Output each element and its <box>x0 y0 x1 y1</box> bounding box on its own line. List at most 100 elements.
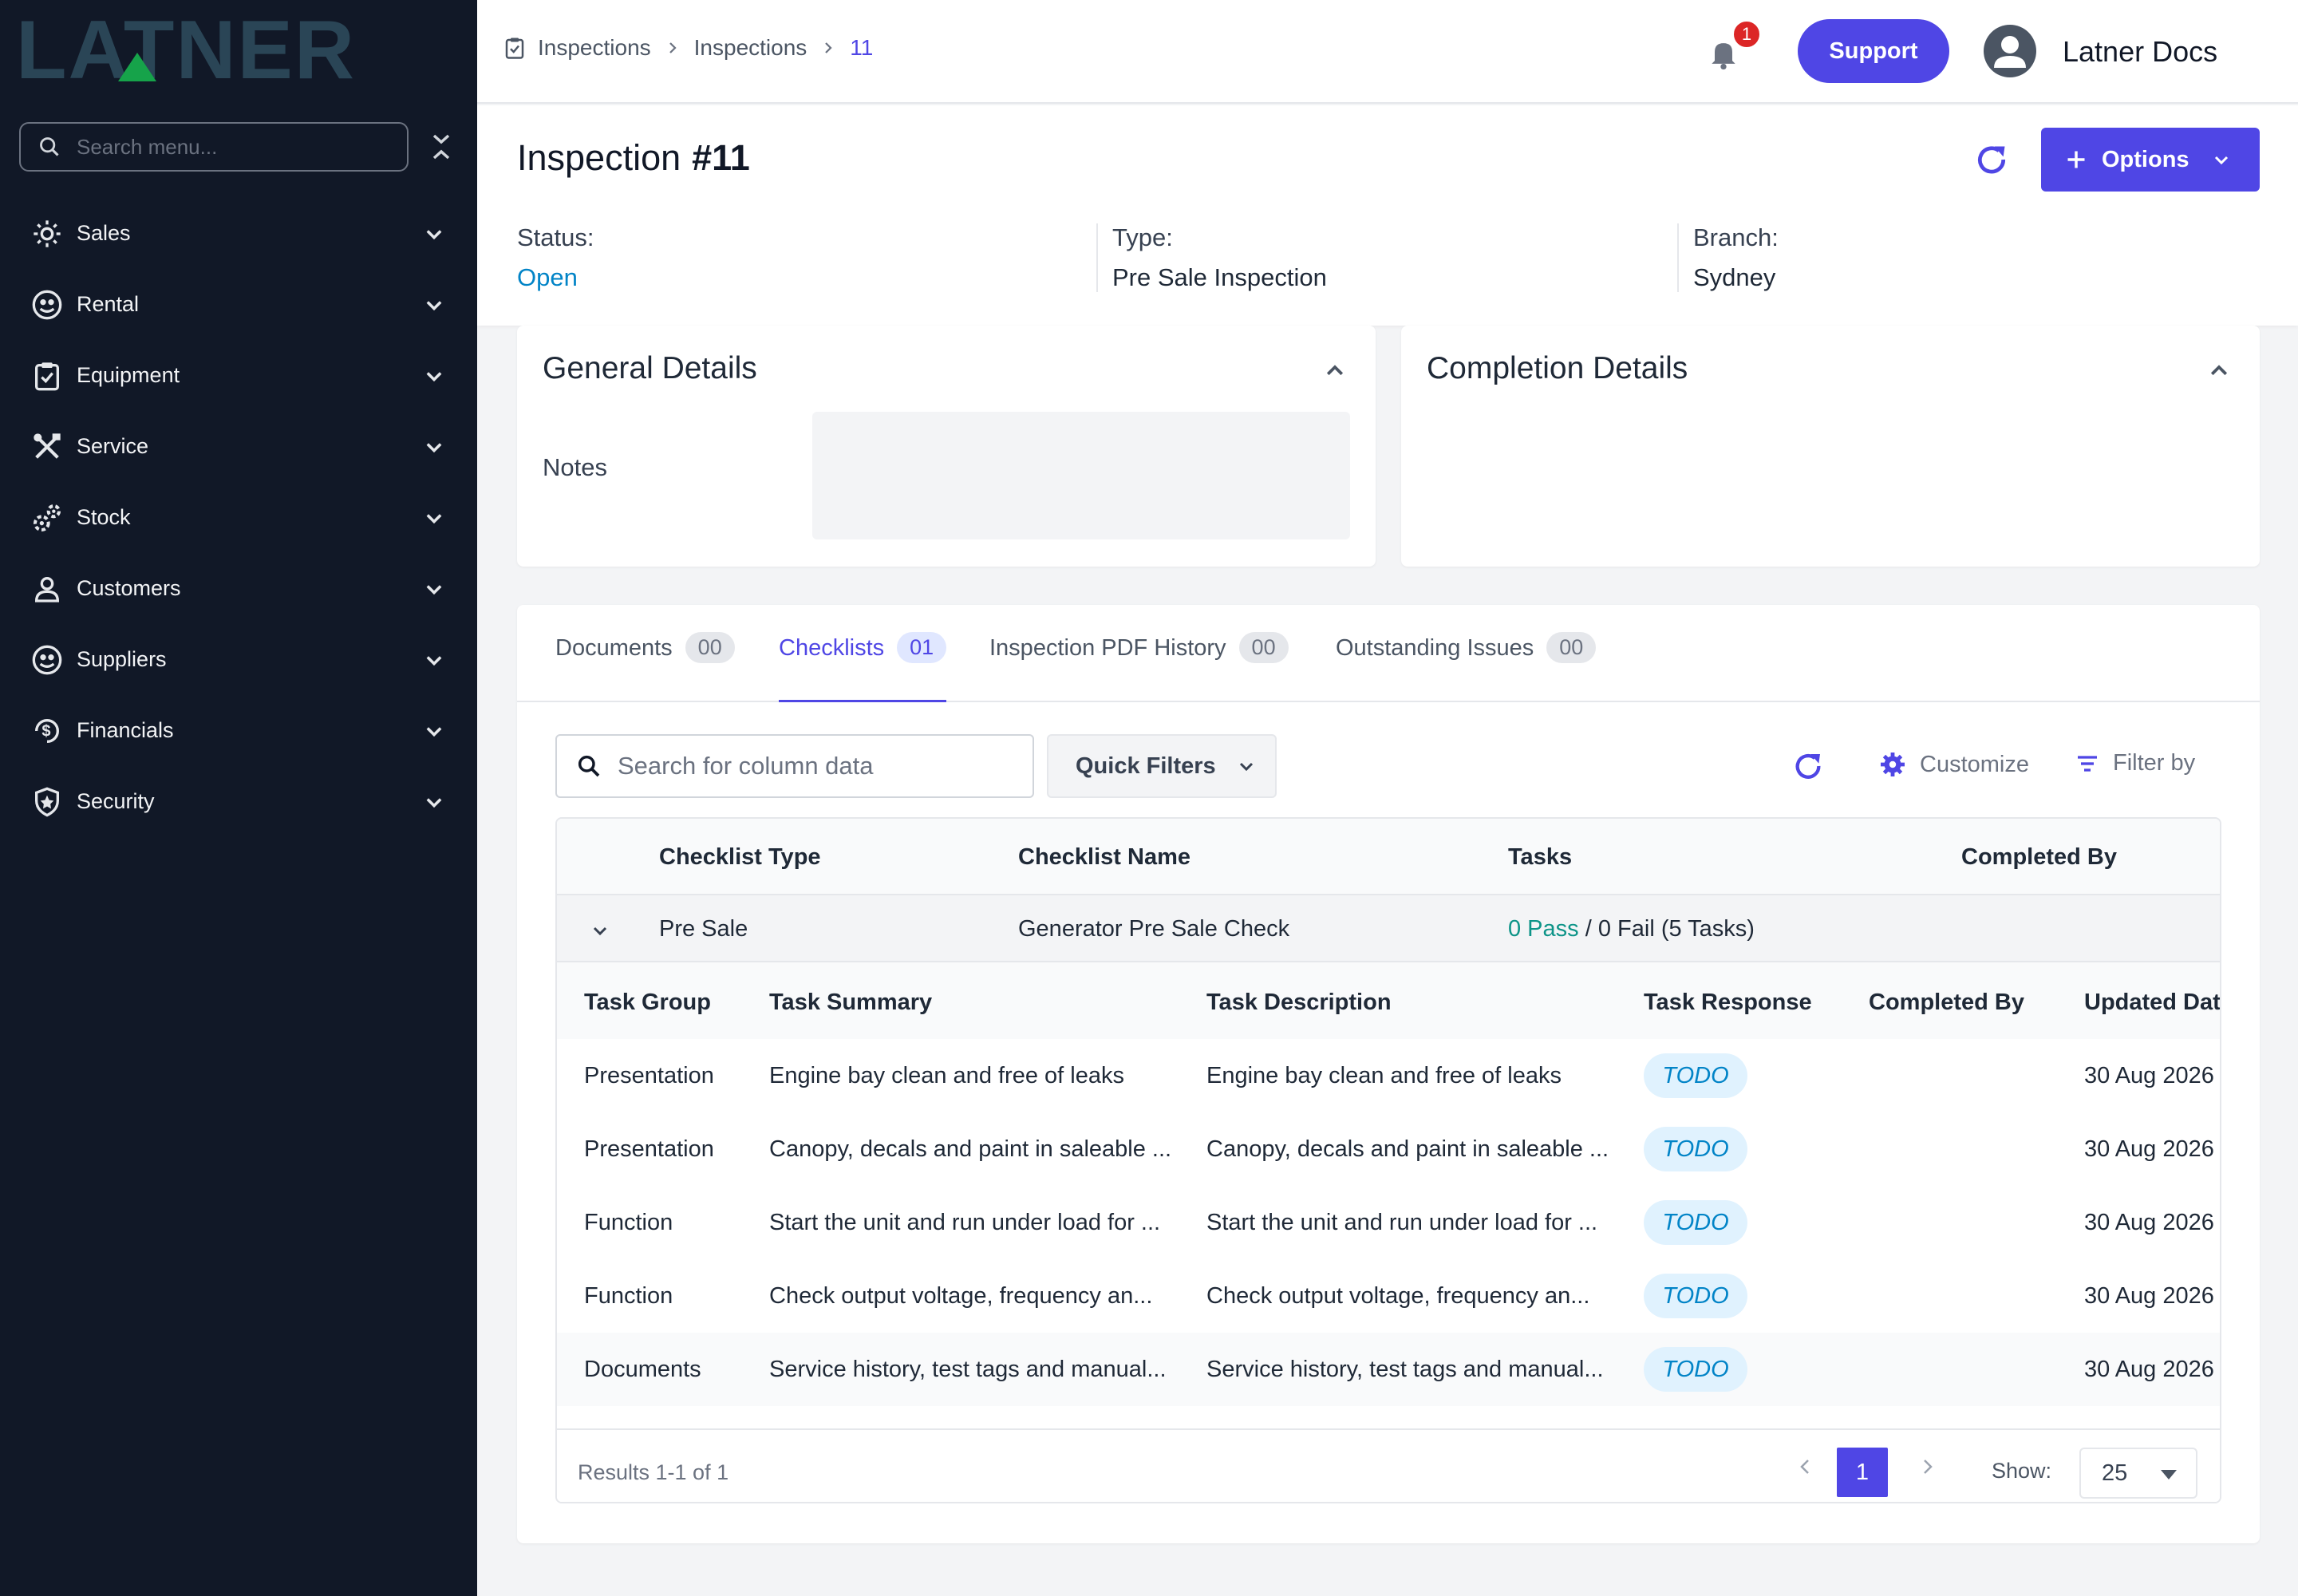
tasks-rest: / 0 Fail (5 Tasks) <box>1578 916 1755 942</box>
customize-button[interactable]: Customize <box>1878 750 2029 779</box>
checklist-type: Pre Sale <box>659 916 748 942</box>
chevron-down-icon <box>1239 762 1253 772</box>
task-summary: Start the unit and run under load for ..… <box>769 1210 1161 1235</box>
chevron-up-icon[interactable] <box>2207 359 2231 383</box>
inspection-number: #11 <box>692 137 750 178</box>
column-header[interactable]: Completed By <box>1869 990 2024 1016</box>
notification-badge: 1 <box>1731 19 1762 49</box>
sidebar-item-label: Rental <box>77 292 140 316</box>
user-icon <box>30 572 64 606</box>
support-button[interactable]: Support <box>1798 19 1949 83</box>
tab-count: 01 <box>897 632 947 663</box>
chevron-left-icon[interactable] <box>1795 1457 1814 1476</box>
breadcrumb-item[interactable]: Inspections <box>538 35 651 61</box>
breadcrumb: Inspections Inspections 11 <box>503 35 873 61</box>
tab-checklists[interactable]: Checklists 01 <box>779 632 947 702</box>
sidebar-item-service[interactable]: Service <box>0 411 477 482</box>
sidebar-item-label: Customers <box>77 576 181 600</box>
tab-count: 00 <box>1238 632 1289 663</box>
breadcrumb-item[interactable]: Inspections <box>694 35 807 61</box>
column-header[interactable]: Completed By <box>1961 844 2117 871</box>
branch-value: Sydney <box>1693 263 1776 291</box>
column-header[interactable]: Task Response <box>1644 990 1812 1016</box>
task-response-badge: TODO <box>1644 1127 1747 1171</box>
status-field: Status: Open <box>517 223 594 292</box>
task-response-badge: TODO <box>1644 1347 1747 1392</box>
search-icon <box>40 137 59 156</box>
tab-label: Outstanding Issues <box>1336 635 1534 661</box>
task-row[interactable]: Presentation Engine bay clean and free o… <box>557 1039 2220 1112</box>
task-group: Presentation <box>584 1063 714 1088</box>
sidebar-item-label: Financials <box>77 718 174 742</box>
task-row[interactable]: Function Start the unit and run under lo… <box>557 1186 2220 1259</box>
refresh-icon[interactable] <box>1792 750 1824 782</box>
column-header[interactable]: Updated Dat <box>2084 990 2220 1016</box>
task-row[interactable]: Documents Service history, test tags and… <box>557 1333 2220 1406</box>
quick-filters-button[interactable]: Quick Filters <box>1047 734 1277 798</box>
checklist-name: Generator Pre Sale Check <box>1018 916 1290 942</box>
sidebar-item-stock[interactable]: Stock <box>0 482 477 553</box>
tab-documents[interactable]: Documents 00 <box>555 632 735 702</box>
notes-field[interactable] <box>812 412 1350 539</box>
sidebar-search[interactable] <box>19 122 409 172</box>
page-size-value: 25 <box>2102 1460 2128 1486</box>
column-header[interactable]: Task Group <box>584 990 711 1016</box>
user-avatar-icon <box>1994 36 2026 68</box>
refresh-icon[interactable] <box>1974 142 2009 177</box>
quick-filters-label: Quick Filters <box>1076 753 1216 779</box>
type-value: Pre Sale Inspection <box>1112 263 1327 291</box>
options-button[interactable]: Options <box>2041 128 2260 192</box>
sidebar-item-customers[interactable]: Customers <box>0 553 477 624</box>
task-response-badge: TODO <box>1644 1053 1747 1098</box>
table-row[interactable]: Pre Sale Generator Pre Sale Check 0 Pass… <box>557 895 2220 962</box>
chevron-right-icon[interactable] <box>1918 1457 1937 1476</box>
column-header[interactable]: Task Summary <box>769 990 932 1016</box>
collapse-icon[interactable] <box>428 128 455 166</box>
subtable-header: Task Group Task Summary Task Description… <box>557 962 2220 1039</box>
gears-icon <box>30 501 64 535</box>
column-header[interactable]: Checklist Type <box>659 844 821 871</box>
sidebar-item-financials[interactable]: $ Financials <box>0 695 477 766</box>
sidebar-item-rental[interactable]: Rental <box>0 269 477 340</box>
chevron-right-icon <box>825 42 832 53</box>
task-description: Check output voltage, frequency an... <box>1206 1283 1590 1309</box>
task-row[interactable]: Presentation Canopy, decals and paint in… <box>557 1112 2220 1186</box>
tab-count: 00 <box>685 632 735 663</box>
task-updated-date: 30 Aug 2026 <box>2084 1063 2214 1088</box>
sidebar-item-security[interactable]: Security <box>0 766 477 837</box>
avatar[interactable] <box>1984 25 2036 77</box>
task-summary: Engine bay clean and free of leaks <box>769 1063 1124 1088</box>
sidebar-item-sales[interactable]: Sales <box>0 198 477 269</box>
chevron-up-icon[interactable] <box>1323 359 1347 383</box>
sidebar-item-suppliers[interactable]: Suppliers <box>0 624 477 695</box>
task-row[interactable]: Function Check output voltage, frequency… <box>557 1259 2220 1333</box>
tab-outstanding-issues[interactable]: Outstanding Issues 00 <box>1336 632 1597 702</box>
table-header: Checklist Type Checklist Name Tasks Comp… <box>557 819 2220 895</box>
status-label: Status: <box>517 223 594 251</box>
status-value: Open <box>517 263 578 291</box>
sidebar-item-equipment[interactable]: Equipment <box>0 340 477 411</box>
task-description: Start the unit and run under load for ..… <box>1206 1210 1598 1235</box>
grid-search[interactable] <box>555 734 1034 798</box>
page-size-select[interactable]: 25 <box>2079 1448 2197 1499</box>
tab-inspection-pdf-history[interactable]: Inspection PDF History 00 <box>989 632 1289 702</box>
filter-by-button[interactable]: Filter by <box>2075 750 2195 776</box>
chevron-down-icon[interactable] <box>590 921 610 940</box>
sidebar-search-input[interactable] <box>77 134 396 160</box>
column-header[interactable]: Task Description <box>1206 990 1392 1016</box>
rental-icon <box>30 288 64 322</box>
tab-bar: Documents 00 Checklists 01 Inspection PD… <box>517 605 2260 702</box>
task-response-badge: TODO <box>1644 1200 1747 1245</box>
latner-logo[interactable]: LATNER <box>16 16 447 88</box>
column-header[interactable]: Checklist Name <box>1018 844 1190 871</box>
user-name[interactable]: Latner Docs <box>2063 35 2217 69</box>
column-header[interactable]: Tasks <box>1508 844 1572 871</box>
checklist-table: Checklist Type Checklist Name Tasks Comp… <box>555 817 2221 1503</box>
sales-icon <box>30 217 64 251</box>
page-button[interactable]: 1 <box>1837 1448 1888 1497</box>
page-size-label: Show: <box>1992 1459 2052 1483</box>
grid-search-input[interactable] <box>618 752 1033 780</box>
branch-field: Branch: Sydney <box>1677 223 1779 292</box>
type-field: Type: Pre Sale Inspection <box>1096 223 1327 292</box>
topbar: Inspections Inspections 11 1 Support Lat… <box>477 0 2298 104</box>
